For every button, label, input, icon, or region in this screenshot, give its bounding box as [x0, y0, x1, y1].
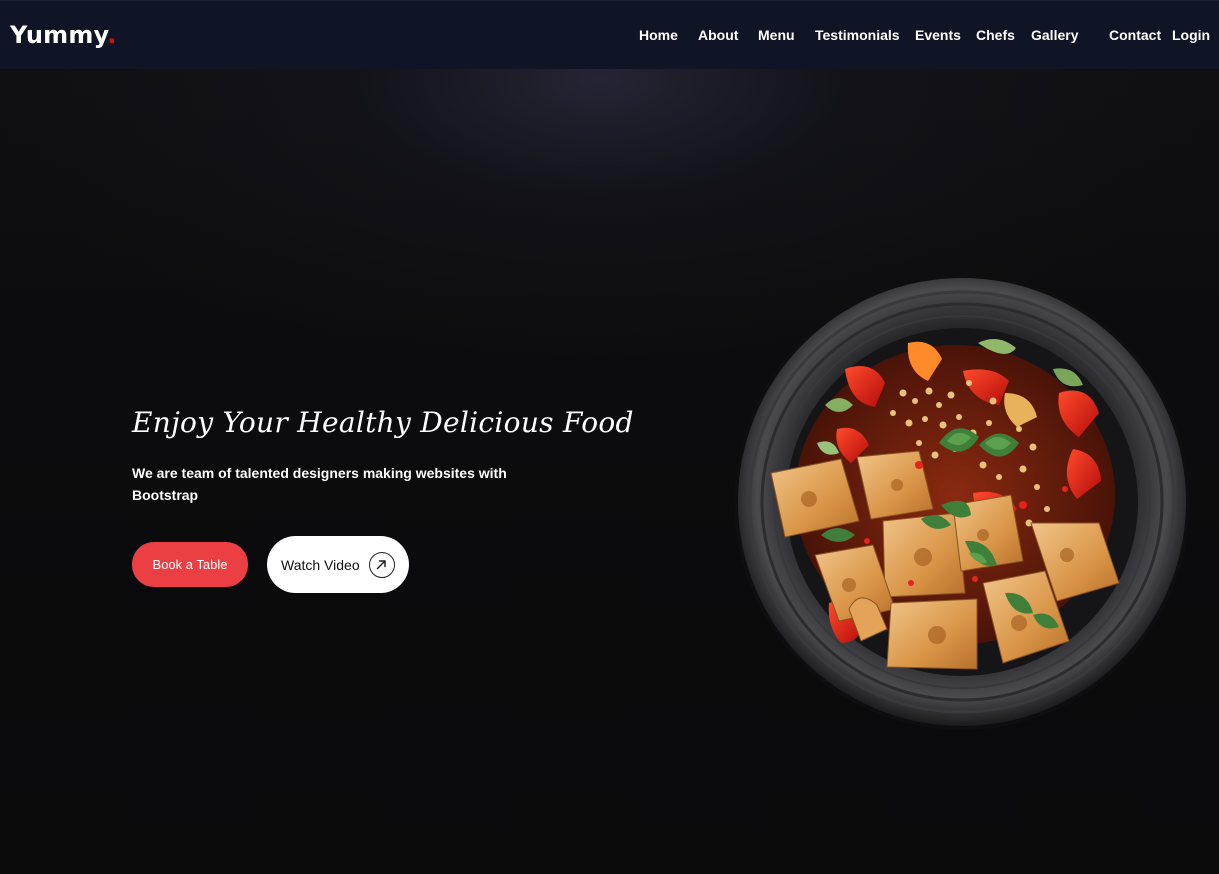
- nav-about[interactable]: About: [698, 27, 738, 43]
- nav-chefs[interactable]: Chefs: [976, 27, 1015, 43]
- brand-logo[interactable]: Yummy.: [10, 21, 117, 49]
- food-bowl-image: [734, 274, 1190, 730]
- nav-contact[interactable]: Contact: [1109, 27, 1161, 43]
- book-table-button[interactable]: Book a Table: [132, 542, 248, 587]
- brand-name: Yummy: [10, 21, 108, 49]
- site-header: Yummy. Home About Menu Testimonials Even…: [0, 0, 1219, 69]
- nav-events[interactable]: Events: [915, 27, 961, 43]
- nav-testimonials[interactable]: Testimonials: [815, 27, 900, 43]
- arrow-up-right-icon: [369, 552, 395, 578]
- nav-menu[interactable]: Menu: [758, 27, 795, 43]
- page: Yummy. Home About Menu Testimonials Even…: [0, 0, 1219, 874]
- watch-video-button[interactable]: Watch Video: [267, 536, 409, 593]
- watch-video-label: Watch Video: [281, 556, 360, 573]
- hero-title: Enjoy Your Healthy Delicious Food: [132, 406, 634, 439]
- nav-gallery[interactable]: Gallery: [1031, 27, 1078, 43]
- book-table-label: Book a Table: [152, 557, 228, 572]
- brand-dot: .: [107, 21, 117, 49]
- nav-home[interactable]: Home: [639, 27, 678, 43]
- nav-login[interactable]: Login: [1172, 27, 1210, 43]
- hero-subtitle: We are team of talented designers making…: [132, 465, 507, 503]
